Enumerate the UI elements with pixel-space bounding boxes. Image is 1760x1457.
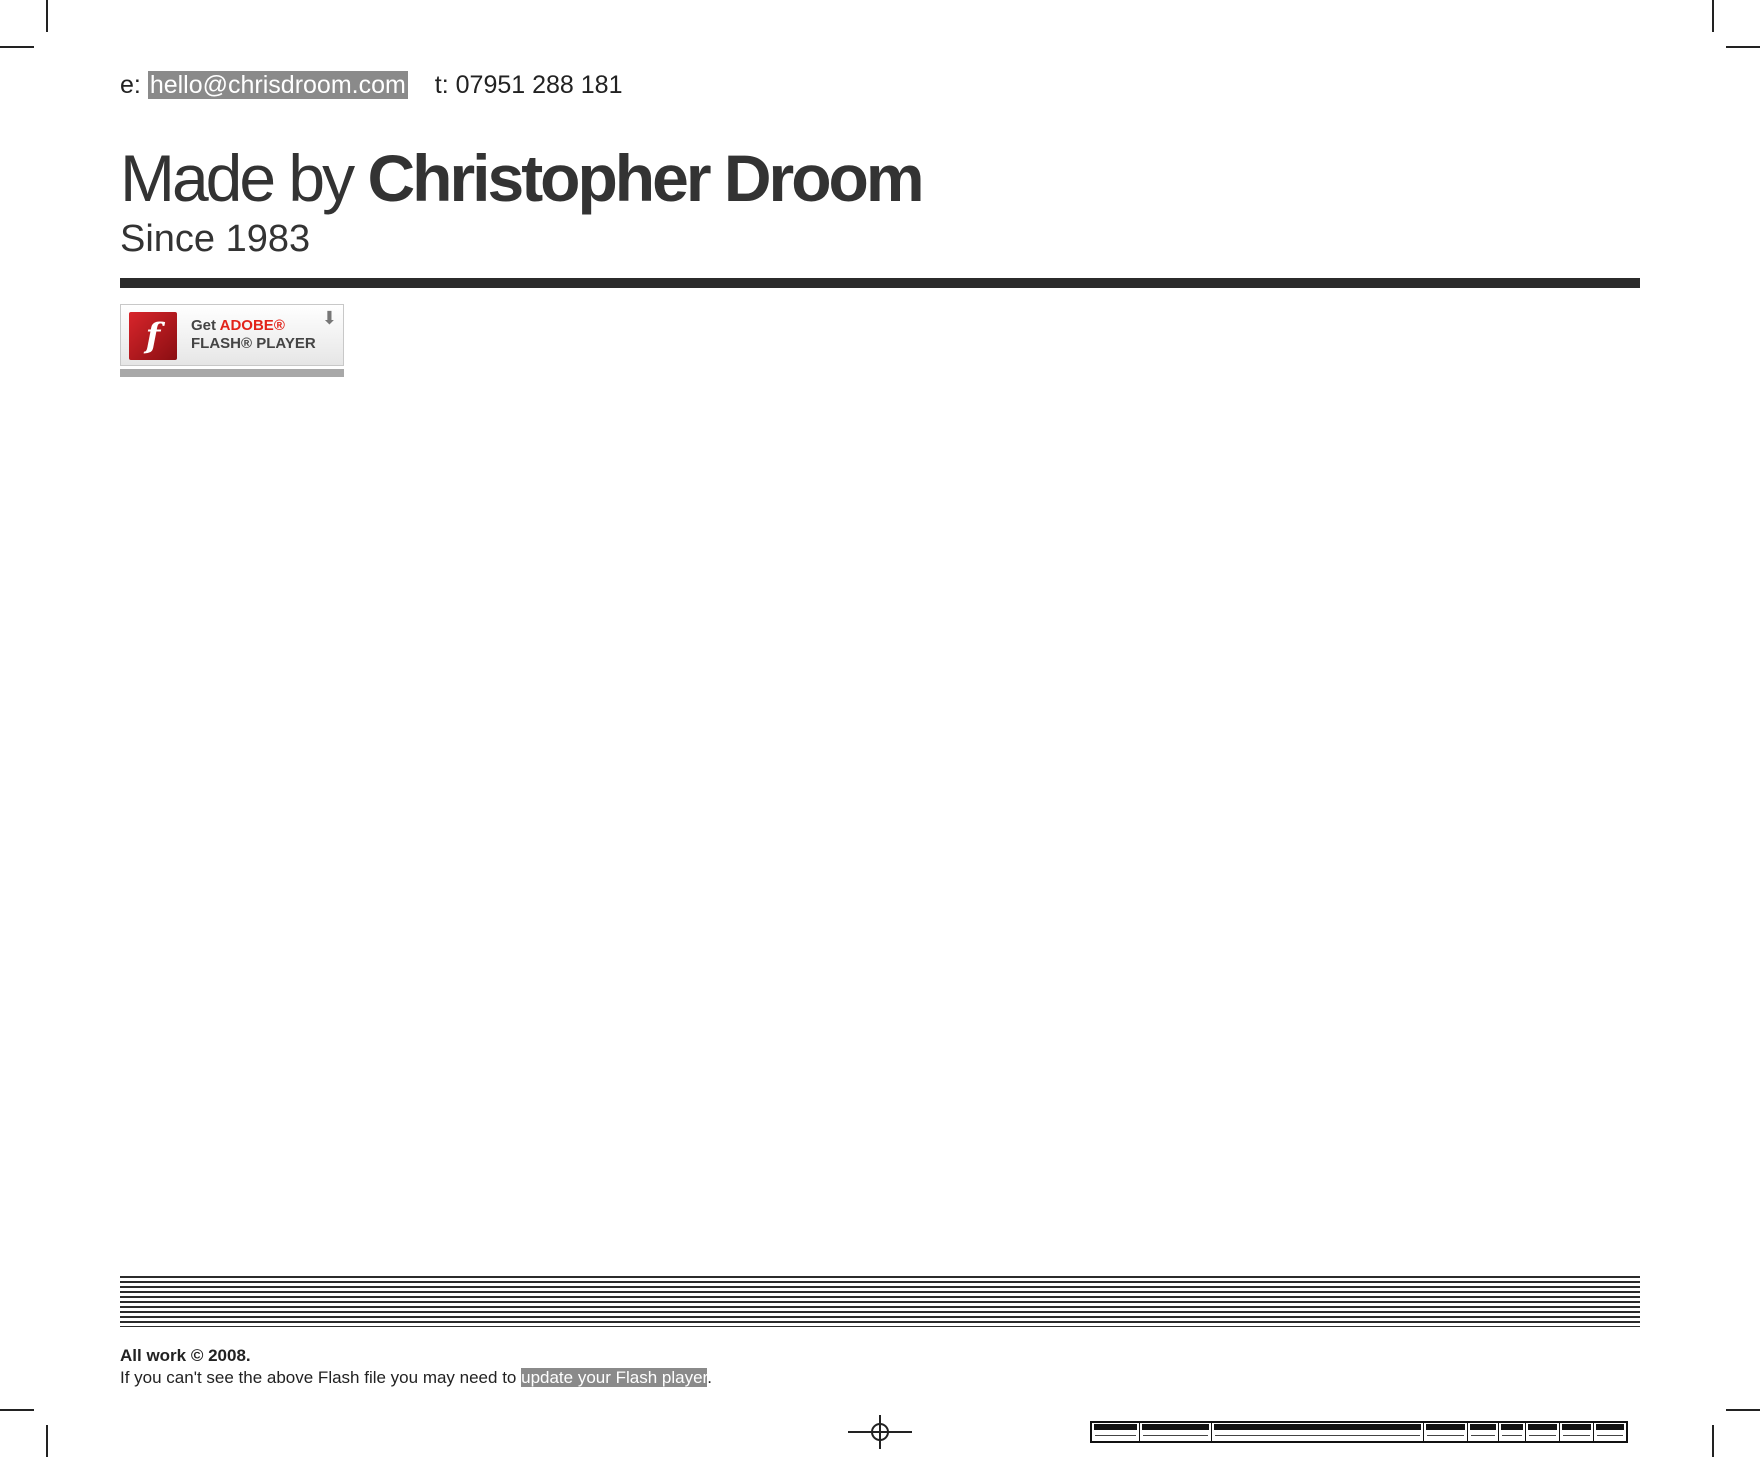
flash-badge-shadow-bar [120, 369, 344, 377]
get-flash-player-button[interactable]: f Get ADOBE® FLASH® PLAYER ⬇ [120, 304, 344, 366]
crop-mark-bottom-left-vertical [46, 1425, 48, 1457]
slug-cell [1140, 1423, 1213, 1441]
registration-mark-icon [848, 1415, 912, 1449]
footer: All work © 2008. If you can't see the ab… [120, 1345, 712, 1389]
page-title-prefix: Made by [120, 141, 355, 215]
header-divider [120, 278, 1640, 288]
email-prefix: e: [120, 71, 141, 99]
phone-number: t: 07951 288 181 [434, 71, 623, 99]
download-arrow-icon: ⬇ [321, 308, 337, 328]
flash-badge-player: FLASH® PLAYER [191, 335, 316, 352]
slug-cell [1092, 1423, 1141, 1441]
page-subtitle: Since 1983 [120, 218, 311, 260]
contact-line: e: hello@chrisdroom.com t: 07951 288 181 [120, 68, 622, 102]
slug-cell [1424, 1423, 1469, 1441]
copyright-text: All work © 2008. [120, 1346, 251, 1365]
flash-notice-period: . [707, 1368, 713, 1387]
flash-notice-text: If you can't see the above Flash file yo… [120, 1368, 517, 1387]
slug-cell [1212, 1423, 1424, 1441]
flash-badge-reg-mark: ® [273, 317, 285, 334]
footer-divider [120, 1276, 1640, 1327]
page-title-name: Christopher Droom [367, 141, 924, 215]
flash-badge-get: Get [191, 317, 217, 334]
page-title: Made by Christopher Droom [120, 138, 925, 218]
crop-mark-top-right-vertical [1712, 0, 1714, 32]
crop-mark-top-right-horizontal [1726, 46, 1760, 48]
slug-cell [1499, 1423, 1526, 1441]
flash-notice: If you can't see the above Flash file yo… [120, 1367, 712, 1389]
crop-mark-bottom-left-horizontal [0, 1409, 34, 1411]
print-slug-table [1090, 1421, 1628, 1443]
update-flash-link[interactable]: update your Flash player [521, 1368, 708, 1387]
crop-mark-top-left-horizontal [0, 46, 34, 48]
slug-cell [1560, 1423, 1595, 1441]
crop-mark-bottom-right-vertical [1712, 1425, 1714, 1457]
slug-cell [1526, 1423, 1560, 1441]
crop-mark-bottom-right-horizontal [1726, 1409, 1760, 1411]
crop-mark-top-left-vertical [46, 0, 48, 32]
adobe-flash-icon: f [129, 312, 177, 360]
flash-badge-label: Get ADOBE® FLASH® PLAYER [191, 317, 316, 353]
email-link[interactable]: hello@chrisdroom.com [147, 71, 408, 99]
slug-cell [1468, 1423, 1499, 1441]
slug-cell [1594, 1423, 1626, 1441]
flash-badge-adobe: ADOBE [219, 317, 274, 334]
